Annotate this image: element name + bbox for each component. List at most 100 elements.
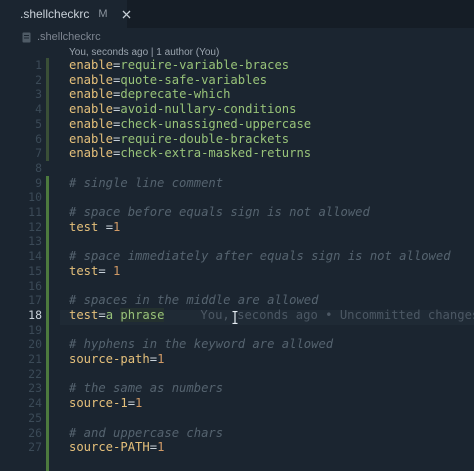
directive-key: enable: [69, 116, 114, 131]
modified-indicator: M: [98, 8, 108, 20]
line-number: 13: [28, 234, 42, 249]
file-icon: [22, 32, 31, 42]
code-line[interactable]: # space immediately after equals sign is…: [69, 249, 451, 264]
line-number: 22: [28, 366, 42, 381]
line-number: 6: [35, 131, 42, 146]
line-number: 24: [28, 396, 42, 411]
code-line[interactable]: enable=check-extra-masked-returns: [69, 146, 311, 161]
directive-value: 1: [135, 396, 143, 411]
code-line[interactable]: enable=require-variable-braces: [69, 58, 289, 73]
directive-key: enable: [69, 146, 114, 161]
code-line[interactable]: source-path=1: [69, 352, 164, 367]
code-text: test= 1: [69, 264, 120, 278]
text-cursor-icon: [232, 311, 238, 324]
directive-value: avoid-nullary-conditions: [120, 102, 297, 117]
comment: # and uppercase chars: [69, 425, 224, 440]
directive-remainder: =: [98, 263, 114, 278]
code-line[interactable]: # space before equals sign is not allowe…: [69, 205, 370, 220]
directive-value: 1: [113, 219, 121, 234]
line-number: 15: [28, 263, 42, 278]
code-line[interactable]: source-PATH=1: [69, 440, 164, 455]
directive-key: source-1: [69, 396, 128, 411]
line-number: 1: [35, 58, 42, 72]
line-number: 10: [28, 190, 42, 205]
directive-key: enable: [69, 131, 114, 146]
directive-value: check-extra-masked-returns: [120, 146, 312, 161]
line-number: 2: [35, 72, 42, 87]
line-number: 8: [35, 160, 42, 175]
equals-sign: =: [98, 307, 106, 322]
tab-shellcheckrc[interactable]: .shellcheckrc M: [0, 0, 130, 28]
code-text: test =1: [69, 220, 120, 234]
directive-key: enable: [69, 58, 114, 72]
breadcrumb-file[interactable]: .shellcheckrc: [37, 31, 101, 43]
directive-value: deprecate-which: [120, 87, 231, 102]
tab-bar: .shellcheckrc M: [0, 0, 474, 28]
line-number: 12: [28, 219, 42, 234]
equals-sign: =: [149, 440, 158, 455]
comment: # spaces in the middle are allowed: [69, 293, 319, 308]
directive-value: 1: [157, 440, 165, 455]
directive-key: enable: [69, 72, 114, 87]
directive-key: test: [69, 263, 99, 278]
directive-remainder: =: [105, 219, 114, 234]
line-number: 5: [35, 116, 42, 131]
comment: # the same as numbers: [69, 381, 224, 396]
code-line[interactable]: # hyphens in the keyword are allowed: [69, 337, 333, 352]
line-number: 9: [35, 175, 42, 190]
git-change-bar[interactable]: [46, 58, 49, 161]
directive-key: enable: [69, 102, 114, 117]
directive-value: quote-safe-variables: [120, 72, 268, 87]
comment: # space before equals sign is not allowe…: [69, 205, 370, 219]
code-line[interactable]: enable=require-double-brackets: [69, 132, 289, 147]
directive-value: 1: [113, 263, 121, 278]
code-line[interactable]: source-1=1: [69, 396, 142, 411]
code-line[interactable]: # the same as numbers: [69, 381, 223, 396]
inline-blame-annotation: You, seconds ago • Uncommitted changes: [200, 307, 474, 322]
equals-sign: =: [149, 352, 158, 366]
code-line[interactable]: test= 1: [69, 264, 120, 279]
line-number: 25: [28, 410, 42, 425]
line-number: 27: [28, 440, 42, 455]
code-line[interactable]: test=a phrase You, seconds ago • Uncommit…: [69, 307, 474, 323]
code-text: test=a phrase: [69, 307, 165, 322]
close-icon[interactable]: [122, 8, 131, 20]
code-line[interactable]: test =1: [69, 220, 120, 235]
line-number: 7: [35, 146, 42, 161]
directive-key: test: [69, 307, 99, 322]
directive-value: require-double-brackets: [120, 131, 290, 146]
directive-value: a: [105, 307, 121, 322]
line-number: 4: [35, 102, 42, 117]
code-line[interactable]: enable=check-unassigned-uppercase: [69, 117, 311, 132]
equals-sign: =: [127, 396, 136, 411]
directive-value: require-variable-braces: [120, 58, 290, 72]
directive-value: check-unassigned-uppercase: [120, 116, 312, 131]
code-line[interactable]: # single line comment: [69, 176, 223, 191]
line-number: 26: [28, 425, 42, 440]
code-line[interactable]: # and uppercase chars: [69, 426, 223, 441]
directive-value: 1: [157, 352, 165, 366]
line-number: 18: [28, 307, 42, 322]
line-number: 23: [28, 381, 42, 396]
directive-key: source-path: [69, 352, 150, 366]
comment: # space immediately after equals sign is…: [69, 249, 451, 264]
code-line[interactable]: enable=avoid-nullary-conditions: [69, 102, 296, 117]
directive-key: test: [69, 219, 106, 234]
line-number: 3: [35, 87, 42, 102]
code-line[interactable]: # spaces in the middle are allowed: [69, 293, 318, 308]
line-number: 11: [28, 205, 42, 219]
code-line[interactable]: enable=deprecate-which: [69, 87, 230, 102]
line-number-gutter: 1 2 3 4 5 6 7 8 9 10 11 12 13 14 15 16 17 18 19 20 21 22 23 24 2…: [0, 58, 60, 471]
line-number: 16: [28, 278, 42, 293]
blame-codelens[interactable]: You, seconds ago | 1 author (You): [69, 47, 219, 58]
word-highlight: phrase: [120, 307, 165, 322]
directive-key: enable: [69, 87, 114, 102]
tab-label: .shellcheckrc: [20, 7, 90, 21]
code-line[interactable]: enable=quote-safe-variables: [69, 73, 267, 88]
git-change-bar[interactable]: [46, 176, 49, 471]
comment: # hyphens in the keyword are allowed: [69, 337, 334, 352]
comment: # single line comment: [69, 175, 224, 190]
line-number: 20: [28, 337, 42, 352]
line-number: 14: [28, 249, 42, 264]
directive-key: source-PATH: [69, 440, 150, 455]
